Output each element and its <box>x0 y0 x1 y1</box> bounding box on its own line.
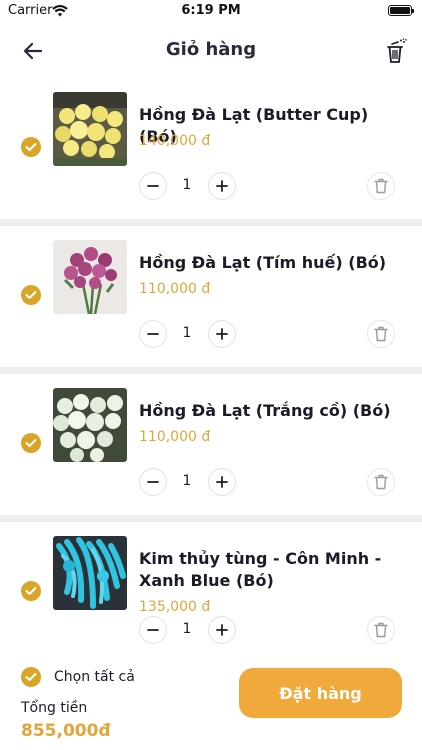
cart-item: Hồng Đà Lạt (Butter Cup) (Bó) 140,000 đ … <box>0 78 422 226</box>
total-value: 855,000đ <box>21 721 111 741</box>
minus-icon <box>147 333 159 335</box>
item-checkbox[interactable] <box>21 137 41 157</box>
plus-icon <box>216 180 228 192</box>
select-all-checkbox[interactable] <box>21 667 41 687</box>
plus-icon <box>216 476 228 488</box>
product-price: 140,000 đ <box>139 133 211 149</box>
decrease-qty-button[interactable] <box>139 616 167 644</box>
decrease-qty-button[interactable] <box>139 172 167 200</box>
check-icon <box>25 673 37 681</box>
cart-item: Hồng Đà Lạt (Trắng cồ) (Bó) 110,000 đ 1 <box>0 374 422 522</box>
page-title: Giỏ hàng <box>165 39 257 60</box>
check-icon <box>25 143 37 151</box>
delete-item-button[interactable] <box>367 468 395 496</box>
cart-item: Hồng Đà Lạt (Tím huế) (Bó) 110,000 đ 1 <box>0 226 422 374</box>
check-icon <box>25 439 37 447</box>
trash-icon <box>374 622 388 638</box>
plus-icon <box>216 624 228 636</box>
increase-qty-button[interactable] <box>208 616 236 644</box>
trash-sweep-icon <box>387 38 407 63</box>
place-order-button[interactable]: Đặt hàng <box>239 668 402 718</box>
quantity-value: 1 <box>182 473 192 489</box>
product-price: 135,000 đ <box>139 599 211 615</box>
delete-item-button[interactable] <box>367 172 395 200</box>
minus-icon <box>147 185 159 187</box>
cart-item: Kim thủy tùng - Côn Minh - Xanh Blue (Bó… <box>0 522 422 670</box>
increase-qty-button[interactable] <box>208 172 236 200</box>
item-checkbox[interactable] <box>21 433 41 453</box>
quantity-value: 1 <box>182 621 192 637</box>
increase-qty-button[interactable] <box>208 468 236 496</box>
product-price: 110,000 đ <box>139 429 211 445</box>
select-all-label[interactable]: Chọn tất cả <box>54 669 135 685</box>
trash-icon <box>374 474 388 490</box>
trash-icon <box>374 178 388 194</box>
delete-item-button[interactable] <box>367 320 395 348</box>
product-name[interactable]: Hồng Đà Lạt (Tím huế) (Bó) <box>139 252 399 274</box>
clear-cart-button[interactable] <box>382 36 410 66</box>
status-bar: Carrier 6:19 PM <box>0 0 422 22</box>
product-name[interactable]: Hồng Đà Lạt (Trắng cồ) (Bó) <box>139 400 399 422</box>
product-image[interactable] <box>53 388 127 462</box>
delete-item-button[interactable] <box>367 616 395 644</box>
minus-icon <box>147 481 159 483</box>
product-image[interactable] <box>53 240 127 314</box>
product-price: 110,000 đ <box>139 281 211 297</box>
check-icon <box>25 291 37 299</box>
quantity-value: 1 <box>182 177 192 193</box>
battery-icon <box>388 5 414 16</box>
check-icon <box>25 587 37 595</box>
increase-qty-button[interactable] <box>208 320 236 348</box>
total-label: Tổng tiền <box>21 700 88 716</box>
item-checkbox[interactable] <box>21 581 41 601</box>
product-image[interactable] <box>53 92 127 166</box>
decrease-qty-button[interactable] <box>139 468 167 496</box>
minus-icon <box>147 629 159 631</box>
product-name[interactable]: Kim thủy tùng - Côn Minh - Xanh Blue (Bó… <box>139 548 399 592</box>
item-checkbox[interactable] <box>21 285 41 305</box>
status-time: 6:19 PM <box>181 3 241 18</box>
product-image[interactable] <box>53 536 127 610</box>
cart-footer: Chọn tất cả Tổng tiền 855,000đ Đặt hàng <box>0 654 422 750</box>
header: Giỏ hàng <box>0 28 422 72</box>
plus-icon <box>216 328 228 340</box>
trash-icon <box>374 326 388 342</box>
quantity-value: 1 <box>182 325 192 341</box>
cart-list: Hồng Đà Lạt (Butter Cup) (Bó) 140,000 đ … <box>0 78 422 670</box>
decrease-qty-button[interactable] <box>139 320 167 348</box>
